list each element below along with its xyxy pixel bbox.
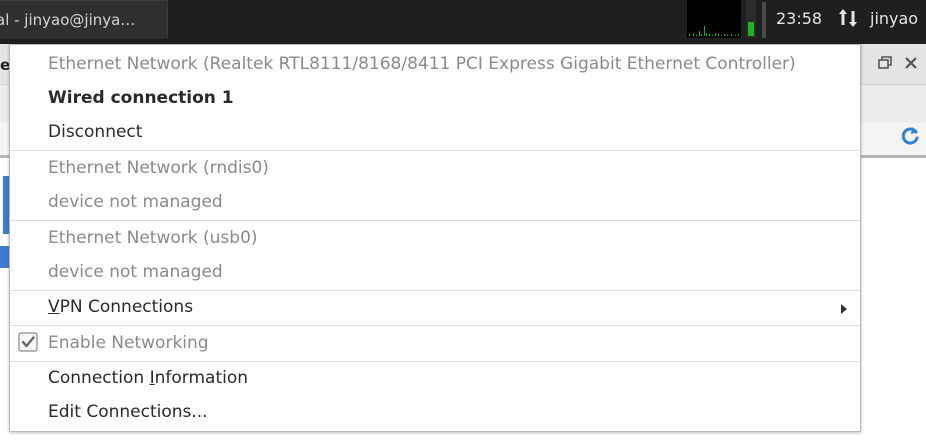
ethernet-rndis-header: Ethernet Network (rndis0) — [48, 158, 269, 178]
menu-divider — [10, 220, 860, 221]
network-monitor-graph[interactable] — [687, 0, 741, 38]
menu-divider — [10, 150, 860, 151]
menu-divider — [10, 290, 860, 291]
vpn-connections-item[interactable]: VPN Connections — [48, 292, 193, 322]
connection-information-item[interactable]: Connection Information — [48, 363, 248, 393]
close-icon[interactable] — [905, 57, 917, 69]
checkbox-checked-icon[interactable] — [18, 332, 38, 352]
enable-networking-item[interactable]: Enable Networking — [48, 328, 209, 358]
edit-connections-item[interactable]: Edit Connections... — [48, 397, 208, 427]
network-menu: Ethernet Network (Realtek RTL8111/8168/8… — [9, 44, 861, 432]
usb-status: device not managed — [48, 262, 223, 282]
network-updown-icon[interactable] — [838, 7, 858, 29]
ethernet-realtek-header: Ethernet Network (Realtek RTL8111/8168/8… — [48, 54, 796, 74]
cpu-meter[interactable] — [746, 0, 756, 38]
background-selection-fragment-2 — [0, 246, 9, 268]
top-panel: al - jinyao@jinya… 23:58 jinyao — [0, 0, 926, 44]
window-controls — [872, 52, 922, 74]
vpn-mnemonic: V — [48, 297, 60, 317]
vpn-label: PN Connections — [59, 297, 194, 317]
disconnect-item[interactable]: Disconnect — [48, 117, 142, 147]
submenu-arrow-icon — [839, 300, 849, 314]
cpu-meter-fill — [748, 22, 754, 36]
panel-separator — [762, 2, 766, 38]
connection-info-label-a: Connection — [48, 368, 150, 388]
restore-window-icon[interactable] — [878, 56, 892, 69]
menu-divider — [10, 325, 860, 326]
ethernet-usb-header: Ethernet Network (usb0) — [48, 228, 258, 248]
user-name[interactable]: jinyao — [870, 0, 918, 38]
rndis-status: device not managed — [48, 192, 223, 212]
connection-info-label-c: nformation — [154, 368, 249, 388]
clock[interactable]: 23:58 — [776, 0, 822, 38]
taskbar-window-title: al - jinyao@jinya… — [0, 11, 136, 29]
menu-divider — [10, 361, 860, 362]
reload-icon[interactable] — [898, 124, 922, 148]
taskbar-window-button[interactable]: al - jinyao@jinya… — [0, 0, 168, 38]
wired-connection-item[interactable]: Wired connection 1 — [48, 83, 234, 113]
